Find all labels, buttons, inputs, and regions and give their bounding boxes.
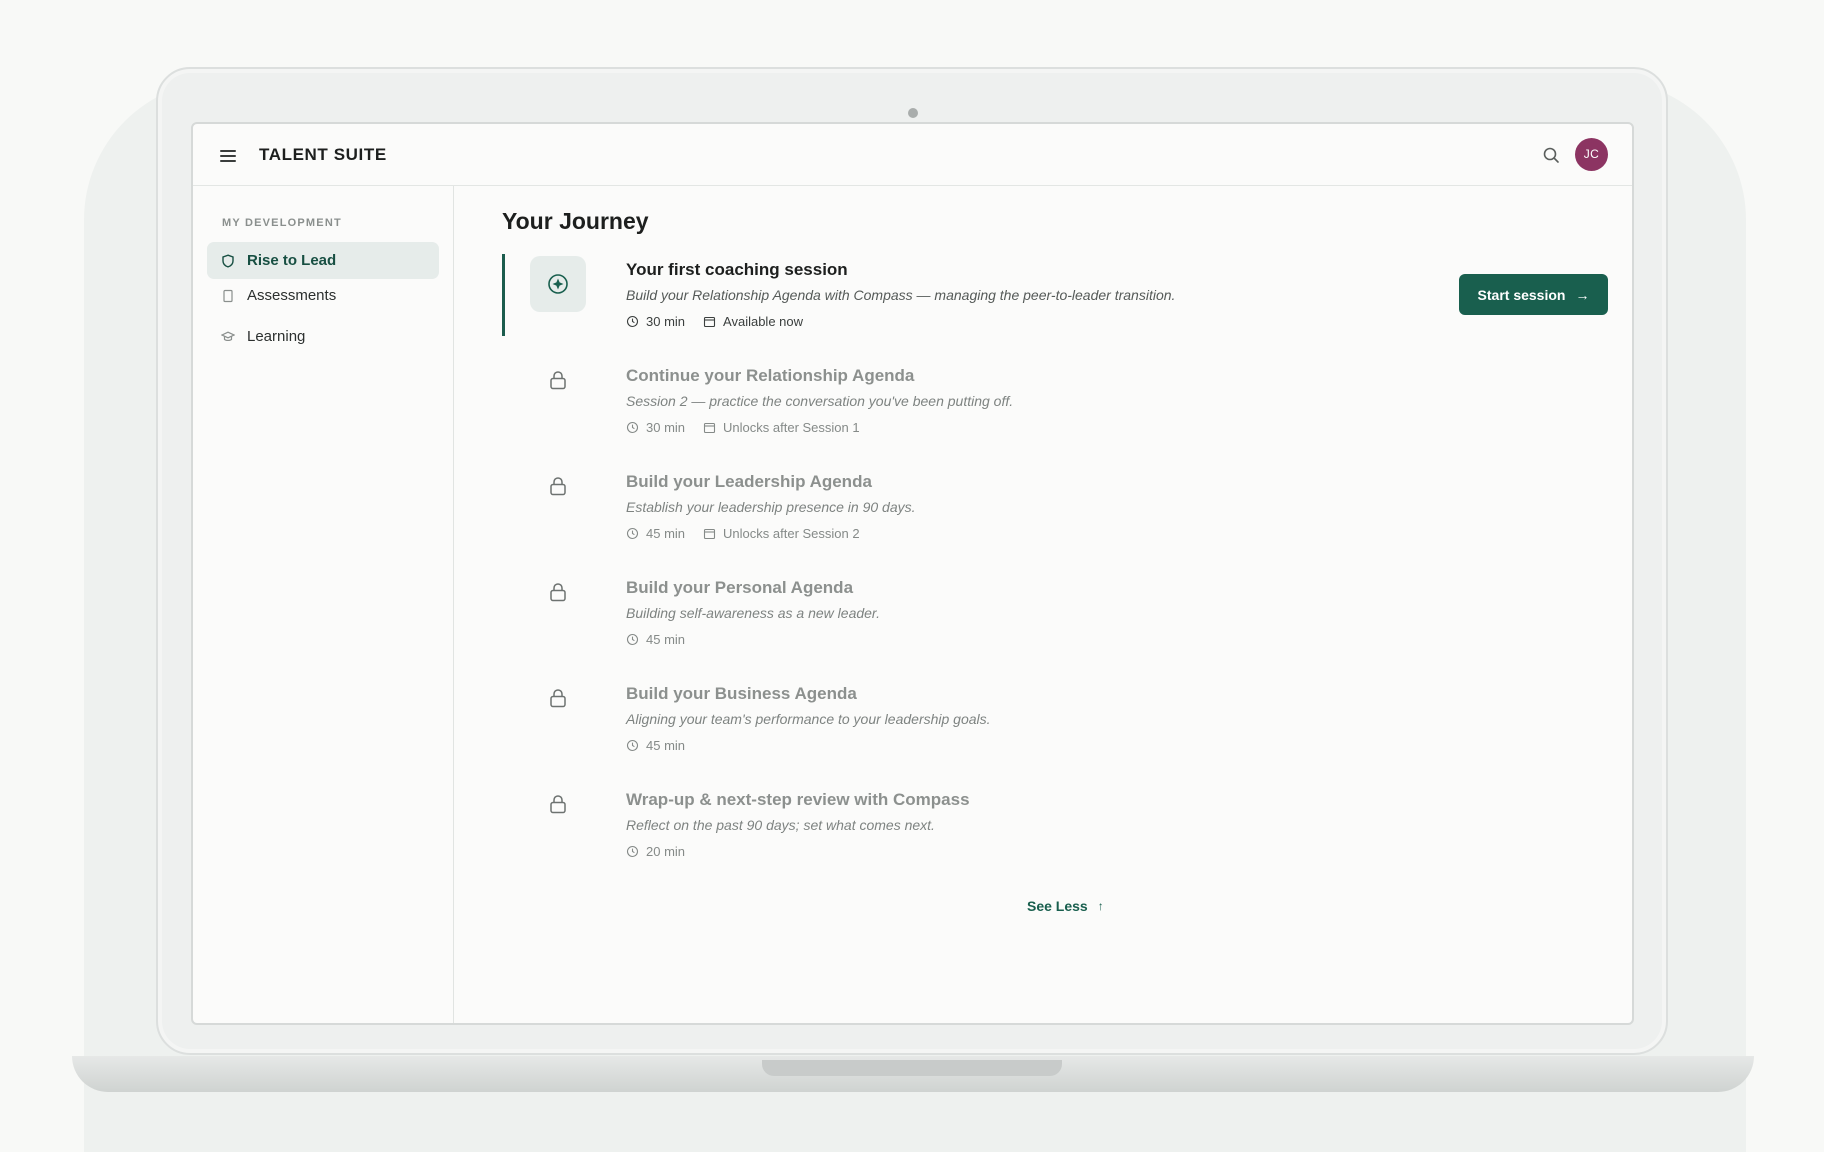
step-meta: 30 min Available now	[626, 314, 803, 329]
step-title: Continue your Relationship Agenda	[626, 366, 915, 385]
calendar-icon	[703, 421, 716, 434]
arrow-up-icon: ↑	[1097, 899, 1104, 913]
step-meta: 30 min Unlocks after Session 1	[626, 420, 860, 435]
graduation-cap-icon	[221, 330, 235, 344]
step-description: Reflect on the past 90 days; set what co…	[626, 817, 935, 833]
clock-icon	[626, 845, 639, 858]
sidebar-heading: MY DEVELOPMENT	[222, 217, 342, 229]
step-duration: 20 min	[646, 844, 686, 859]
top-bar: TALENT SUITE JC	[193, 124, 1632, 186]
step-duration: 45 min	[646, 738, 686, 753]
step-title: Wrap-up & next-step review with Compass	[626, 790, 970, 809]
clock-icon	[626, 633, 639, 646]
step-meta: 45 min	[626, 632, 685, 647]
step-title: Your first coaching session	[626, 260, 848, 279]
step-duration: 45 min	[646, 526, 686, 541]
step-title: Build your Personal Agenda	[626, 578, 854, 597]
lock-icon	[549, 370, 567, 390]
main-content: Your Journey Your first coaching session…	[455, 186, 1632, 1023]
lock-icon	[549, 476, 567, 496]
search-icon[interactable]	[1542, 146, 1560, 164]
sidebar-item-label: Learning	[247, 328, 306, 345]
see-less-button[interactable]: See Less ↑	[1027, 898, 1104, 914]
start-session-button[interactable]: Start session →	[1459, 274, 1608, 315]
arrow-right-icon: →	[1575, 286, 1590, 303]
step-availability: Unlocks after Session 2	[723, 526, 860, 541]
compass-icon	[530, 256, 586, 312]
hamburger-menu-icon[interactable]	[220, 150, 236, 162]
journey-step-6: Wrap-up & next-step review with Compass …	[502, 784, 1602, 870]
sidebar-item-label: Rise to Lead	[247, 252, 337, 269]
document-icon	[221, 289, 235, 303]
journey-step-5: Build your Business Agenda Aligning your…	[502, 678, 1602, 764]
step-title: Build your Business Agenda	[626, 684, 857, 703]
app-brand: TALENT SUITE	[259, 145, 387, 164]
sidebar: MY DEVELOPMENT Rise to Lead Assessments …	[193, 186, 454, 1023]
app-screen: TALENT SUITE JC MY DEVELOPMENT Rise to L…	[191, 122, 1634, 1025]
clock-icon	[626, 315, 639, 328]
user-avatar[interactable]: JC	[1575, 138, 1608, 171]
sidebar-item-learning[interactable]: Learning	[207, 318, 439, 355]
lock-icon	[549, 582, 567, 602]
start-session-label: Start session	[1477, 286, 1566, 303]
step-duration: 30 min	[646, 420, 686, 435]
sidebar-item-label: Assessments	[247, 287, 337, 304]
step-meta: 20 min	[626, 844, 685, 859]
clock-icon	[626, 739, 639, 752]
step-description: Build your Relationship Agenda with Comp…	[626, 287, 1176, 303]
active-step-indicator	[502, 254, 505, 336]
sidebar-item-assessments[interactable]: Assessments	[207, 277, 439, 314]
step-availability: Unlocks after Session 1	[723, 420, 860, 435]
step-title: Build your Leadership Agenda	[626, 472, 872, 491]
laptop-notch	[762, 1060, 1062, 1076]
step-meta: 45 min Unlocks after Session 2	[626, 526, 860, 541]
calendar-icon	[703, 315, 716, 328]
lock-icon	[549, 794, 567, 814]
sidebar-item-rise-to-lead[interactable]: Rise to Lead	[207, 242, 439, 279]
clock-icon	[626, 527, 639, 540]
step-description: Aligning your team's performance to your…	[626, 711, 991, 727]
journey-step-4: Build your Personal Agenda Building self…	[502, 572, 1602, 658]
step-duration: 30 min	[646, 314, 686, 329]
step-duration: 45 min	[646, 632, 686, 647]
see-less-label: See Less	[1027, 898, 1088, 914]
journey-step-2: Continue your Relationship Agenda Sessio…	[502, 360, 1602, 446]
lock-icon	[549, 688, 567, 708]
calendar-icon	[703, 527, 716, 540]
shield-icon	[221, 253, 235, 268]
step-description: Building self-awareness as a new leader.	[626, 605, 880, 621]
step-meta: 45 min	[626, 738, 685, 753]
clock-icon	[626, 421, 639, 434]
journey-step-3: Build your Leadership Agenda Establish y…	[502, 466, 1602, 552]
step-availability: Available now	[723, 314, 804, 329]
step-description: Session 2 — practice the conversation yo…	[626, 393, 1014, 409]
step-description: Establish your leadership presence in 90…	[626, 499, 916, 515]
laptop-camera	[908, 108, 918, 118]
page-title: Your Journey	[502, 208, 649, 234]
journey-step-1: Your first coaching session Build your R…	[502, 254, 1608, 340]
